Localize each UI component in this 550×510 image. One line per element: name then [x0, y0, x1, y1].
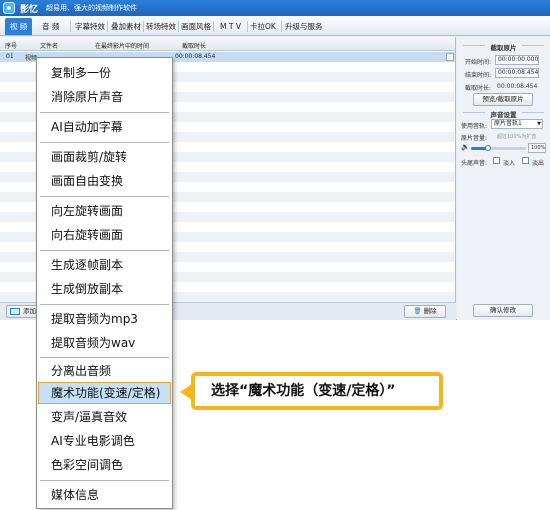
tab-separator: [70, 21, 71, 32]
tab-style[interactable]: 画面风格: [181, 18, 211, 35]
menu-item-duplicate[interactable]: 复制多一份: [38, 62, 171, 84]
end-time-field[interactable]: 00:00:08.454: [495, 68, 539, 78]
tab-upgrade[interactable]: 升级与服务: [285, 18, 323, 35]
menu-item-magic[interactable]: 魔术功能(变速/定格): [38, 382, 171, 404]
column-header-final-time[interactable]: 在最终影片中的时间: [95, 41, 149, 50]
add-video-icon: [10, 308, 20, 315]
tab-separator: [281, 21, 282, 32]
menu-item-color-space[interactable]: 色彩空间调色: [38, 454, 171, 476]
menu-item-free-transform[interactable]: 画面自由变换: [38, 170, 171, 192]
app-name: 影忆: [20, 5, 39, 15]
main-tab-bar: 视 频 音 频 字幕特效 叠加素材 转场特效 画面风格 M T V 卡拉OK 升…: [0, 16, 550, 36]
column-header-duration[interactable]: 截取时长: [182, 41, 206, 50]
volume-slider[interactable]: [471, 145, 526, 151]
tab-audio[interactable]: 音 频: [42, 18, 59, 35]
sound-section-title: 声音设置: [490, 111, 517, 119]
column-header-filename[interactable]: 文件名: [40, 41, 58, 50]
menu-separator: [40, 142, 169, 143]
app-logo-icon: [3, 2, 15, 14]
menu-item-ai-subtitle[interactable]: AI自动加字幕: [38, 116, 171, 138]
menu-item-rotate-right[interactable]: 向右旋转画面: [38, 224, 171, 246]
title-bar: 影忆 超易用、强大的视频制作软件: [0, 0, 550, 16]
menu-item-extract-mp3[interactable]: 提取音频为mp3: [38, 308, 171, 330]
menu-item-separate-audio[interactable]: 分离出音频: [38, 360, 171, 382]
delete-label: 删除: [423, 307, 437, 315]
row-index: 01: [6, 53, 14, 60]
fade-in-checkbox[interactable]: [493, 157, 500, 164]
audio-track-select[interactable]: 原片音轨1 ▼: [491, 119, 543, 129]
column-header-index[interactable]: 序号: [5, 41, 17, 50]
menu-item-ai-color[interactable]: AI专业电影调色: [38, 430, 171, 452]
fade-label: 头尾声音:: [461, 160, 488, 167]
tab-subtitle-effects[interactable]: 字幕特效: [75, 18, 105, 35]
add-video-button[interactable]: 添加: [6, 305, 38, 318]
start-time-field[interactable]: 00:00:00.000: [495, 55, 539, 65]
menu-separator: [40, 196, 169, 197]
volume-hint: 超过100%为扩音: [497, 134, 537, 140]
start-time-label: 开始时间:: [465, 59, 492, 66]
volume-field[interactable]: 100%: [528, 143, 546, 153]
menu-item-frame-copy[interactable]: 生成逐帧副本: [38, 254, 171, 276]
row-more-icon[interactable]: ⋮: [446, 53, 454, 61]
duration-label: 截取时长:: [465, 85, 492, 92]
menu-item-reverse-copy[interactable]: 生成倒放副本: [38, 278, 171, 300]
row-duration: 00:00:08.454: [175, 53, 216, 60]
menu-separator: [40, 480, 169, 481]
menu-separator: [40, 250, 169, 251]
delete-button[interactable]: 🗑 删除: [404, 305, 446, 318]
clip-section-title: 截取原片: [490, 44, 517, 52]
menu-item-extract-wav[interactable]: 提取音频为wav: [38, 332, 171, 354]
confirm-button[interactable]: 确认修改: [473, 304, 533, 317]
menu-separator: [40, 112, 169, 113]
menu-item-rotate-left[interactable]: 向左旋转画面: [38, 200, 171, 222]
preview-clip-button[interactable]: 预览/截取原片: [473, 93, 533, 106]
menu-item-voice-change[interactable]: 变声/逼真音效: [38, 406, 171, 428]
fade-out-label: 淡出: [532, 160, 545, 167]
fade-out-checkbox[interactable]: [522, 157, 529, 164]
end-time-label: 结束时间:: [465, 72, 492, 79]
instruction-callout: 选择“魔术功能（变速/定格）”: [191, 372, 443, 410]
tab-transition[interactable]: 转场特效: [146, 18, 176, 35]
add-video-label: 添加: [23, 307, 36, 315]
context-menu: 复制多一份 消除原片声音 AI自动加字幕 画面裁剪/旋转 画面自由变换 向左旋转…: [36, 57, 173, 509]
tab-mtv[interactable]: M T V: [220, 18, 241, 35]
menu-separator: [40, 304, 169, 305]
menu-item-crop-rotate[interactable]: 画面裁剪/旋转: [38, 146, 171, 168]
chevron-down-icon: ▼: [537, 121, 541, 127]
menu-separator: [40, 357, 169, 358]
table-header: 序号 文件名 在最终影片中的时间 截取时长: [0, 37, 455, 51]
tab-video[interactable]: 视 频: [5, 18, 32, 35]
menu-item-media-info[interactable]: 媒体信息: [38, 484, 171, 506]
trash-icon: 🗑: [413, 307, 422, 315]
app-slogan: 超易用、强大的视频制作软件: [46, 4, 137, 12]
menu-item-remove-audio[interactable]: 消除原片声音: [38, 86, 171, 108]
speaker-icon: 🔈: [461, 143, 470, 151]
duration-value: 00:00:08.454: [497, 83, 538, 90]
tab-karaoke[interactable]: 卡拉OK: [250, 18, 276, 35]
tab-separator: [213, 21, 214, 32]
tab-separator: [178, 21, 179, 32]
tab-separator: [107, 21, 108, 32]
tab-overlay[interactable]: 叠加素材: [111, 18, 141, 35]
tab-separator: [247, 21, 248, 32]
audio-track-value: 原片音轨1: [494, 120, 522, 127]
tab-separator: [143, 21, 144, 32]
fade-in-label: 淡入: [503, 160, 516, 167]
volume-label: 原片音量:: [461, 135, 488, 142]
volume-slider-thumb[interactable]: [484, 145, 491, 151]
clip-settings-panel: 截取原片 开始时间: 00:00:00.000 结束时间: 00:00:08.4…: [457, 37, 550, 320]
audio-track-label: 使用音轨:: [461, 123, 488, 130]
